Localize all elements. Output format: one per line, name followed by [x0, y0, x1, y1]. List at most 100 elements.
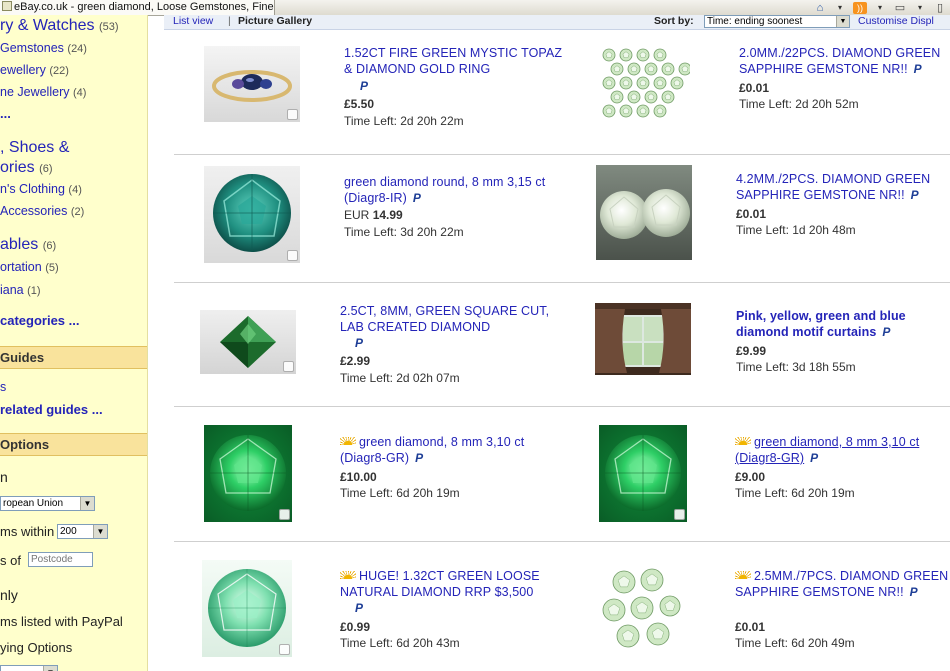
item-time-left: Time Left: 6d 20h 19m — [340, 486, 460, 500]
paypal-icon: P — [882, 325, 891, 339]
sidebar-more-link[interactable]: ... — [0, 106, 11, 121]
paypal-icon: P — [810, 451, 819, 465]
item-price: EUR 14.99 — [344, 208, 403, 222]
sidebar-category-gemstones[interactable]: Gemstones (24) — [0, 41, 87, 55]
item-price: £0.01 — [739, 81, 770, 95]
sidebar-category-clothes-shoes[interactable]: , Shoes & — [0, 139, 69, 157]
page-icon[interactable]: ▯ — [933, 2, 947, 14]
item-price: £9.99 — [736, 344, 767, 358]
paypal-icon: P — [415, 451, 424, 465]
item-title-link[interactable]: 2.5CT, 8MM, GREEN SQUARE CUT, LAB CREATE… — [340, 303, 565, 335]
row-divider — [174, 406, 950, 407]
item-title-link[interactable]: 2.0MM./22PCS. DIAMOND GREEN SAPPHIRE GEM… — [739, 45, 950, 77]
sidebar-category-collectables[interactable]: ables (6) — [0, 236, 56, 254]
sidebar-category-womens-accessories[interactable]: Accessories (2) — [0, 204, 84, 218]
sidebar-category-jewellery-watches[interactable]: ry & Watches (53) — [0, 17, 119, 36]
item-thumbnail[interactable] — [595, 45, 690, 122]
buying-options-label[interactable]: ying Options — [0, 640, 72, 655]
ebay-favicon-icon — [2, 1, 12, 11]
item-price: £9.00 — [735, 470, 766, 484]
zoom-icon — [279, 644, 290, 655]
item-title-link[interactable]: green diamond, 8 mm 3,10 ct (Diagr8-GR) P — [340, 434, 565, 466]
new-listing-icon — [340, 437, 356, 445]
toolbar-icons: ⌂ ▾ )) ▾ ▭ ▾ ▯ — [813, 0, 950, 15]
new-listing-icon — [340, 571, 356, 579]
sidebar-more-categories-link[interactable]: categories ... — [0, 313, 79, 328]
item-time-left: Time Left: 6d 20h 19m — [735, 486, 855, 500]
new-listing-icon — [735, 571, 751, 579]
zoom-icon — [279, 509, 290, 520]
zoom-icon — [287, 109, 298, 120]
chevron-down-icon: ▼ — [80, 497, 94, 510]
list-view-link[interactable]: List view — [173, 15, 213, 27]
results-area: List view | Picture Gallery Sort by: Tim… — [164, 15, 950, 671]
item-title-link[interactable]: HUGE! 1.32CT GREEN LOOSE NATURAL DIAMOND… — [340, 568, 565, 600]
print-icon[interactable]: ▭ — [893, 2, 907, 14]
item-price: £0.01 — [736, 207, 767, 221]
item-title-link[interactable]: green diamond round, 8 mm 3,15 ct (Diagr… — [344, 174, 569, 206]
picture-gallery-label: Picture Gallery — [238, 15, 313, 27]
sidebar-related-guides-link[interactable]: related guides ... — [0, 402, 103, 417]
distance-select[interactable]: 200 ▼ — [57, 524, 108, 539]
paypal-icon: P — [909, 585, 918, 599]
view-toolbar: List view | Picture Gallery Sort by: Tim… — [164, 15, 950, 30]
zoom-icon — [287, 250, 298, 261]
chevron-down-icon: ▼ — [43, 666, 57, 671]
row-divider — [174, 282, 950, 283]
chevron-down-icon[interactable]: ▾ — [837, 2, 843, 14]
paypal-icon: P — [360, 79, 369, 93]
zoom-icon — [674, 509, 685, 520]
location-select[interactable]: ropean Union ▼ — [0, 496, 95, 511]
chevron-down-icon[interactable]: ▾ — [917, 2, 923, 14]
row-divider — [174, 154, 950, 155]
show-only-label: nly — [0, 587, 18, 603]
sidebar-category-jewellery[interactable]: ewellery (22) — [0, 63, 69, 77]
rss-icon[interactable]: )) — [853, 1, 867, 14]
item-time-left: Time Left: 6d 20h 43m — [340, 636, 460, 650]
item-thumbnail[interactable] — [204, 46, 300, 122]
item-price: £10.00 — [340, 470, 377, 484]
item-thumbnail[interactable] — [596, 165, 692, 260]
chevron-down-icon: ▼ — [836, 16, 849, 27]
sort-label: Sort by: — [654, 15, 694, 27]
item-thumbnail[interactable] — [594, 560, 690, 657]
browser-tab[interactable]: eBay.co.uk - green diamond, Loose Gemsto… — [0, 0, 275, 15]
item-price: £0.01 — [735, 620, 766, 634]
paypal-icon: P — [412, 191, 422, 205]
sidebar-category-memorabilia[interactable]: iana (1) — [0, 283, 41, 297]
items-within-label: ms within — [0, 524, 55, 539]
item-thumbnail[interactable] — [204, 166, 300, 263]
guides-header: Guides — [0, 346, 147, 369]
customise-display-link[interactable]: Customise Displ — [858, 15, 934, 27]
sidebar-category-womens-clothing[interactable]: n's Clothing (4) — [0, 182, 82, 196]
item-title-link[interactable]: 2.5MM./7PCS. DIAMOND GREEN SAPPHIRE GEMS… — [735, 568, 950, 600]
item-title-link[interactable]: green diamond, 8 mm 3,10 ct (Diagr8-GR) P — [735, 434, 950, 466]
sidebar-category-fine-jewellery[interactable]: ne Jewellery (4) — [0, 85, 86, 99]
buying-options-select[interactable]: ▼ — [0, 665, 58, 671]
chevron-down-icon[interactable]: ▾ — [877, 2, 883, 14]
item-thumbnail[interactable] — [595, 303, 691, 375]
item-title-link[interactable]: 1.52CT FIRE GREEN MYSTIC TOPAZ & DIAMOND… — [344, 45, 569, 77]
item-time-left: Time Left: 3d 18h 55m — [736, 360, 856, 374]
chevron-down-icon: ▼ — [93, 525, 107, 538]
postcode-input[interactable] — [28, 552, 93, 567]
sidebar-category-accessories[interactable]: ories (6) — [0, 159, 53, 177]
tab-title: eBay.co.uk - green diamond, Loose Gemsto… — [14, 1, 275, 13]
paypal-filter-label[interactable]: ms listed with PayPal — [0, 614, 123, 629]
options-location-label: n — [0, 469, 8, 485]
paypal-icon: P — [355, 336, 364, 350]
item-price: £0.99 — [340, 620, 371, 634]
paypal-icon: P — [355, 601, 364, 615]
item-price: £2.99 — [340, 354, 371, 368]
paypal-icon: P — [913, 62, 922, 76]
sort-select[interactable]: Time: ending soonest ▼ — [704, 15, 850, 28]
item-thumbnail[interactable] — [202, 560, 292, 657]
item-thumbnail[interactable] — [200, 310, 296, 374]
sidebar-category-transportation[interactable]: ortation (5) — [0, 260, 59, 274]
item-thumbnail[interactable] — [599, 425, 687, 522]
item-title-link[interactable]: Pink, yellow, green and blue diamond mot… — [736, 308, 936, 340]
sidebar-guide-link[interactable]: s — [0, 380, 6, 394]
home-icon[interactable]: ⌂ — [813, 2, 827, 14]
item-title-link[interactable]: 4.2MM./2PCS. DIAMOND GREEN SAPPHIRE GEMS… — [736, 171, 950, 203]
item-thumbnail[interactable] — [204, 425, 292, 522]
